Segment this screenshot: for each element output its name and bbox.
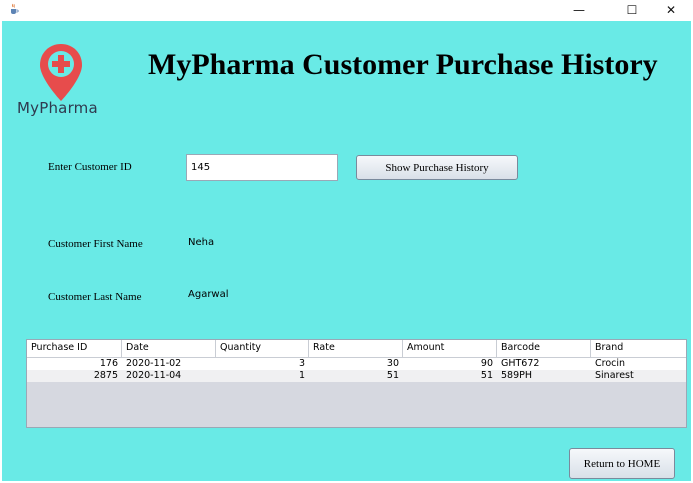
column-header-rate[interactable]: Rate [309, 340, 403, 357]
customer-id-label: Enter Customer ID [48, 161, 132, 173]
first-name-value: Neha [188, 237, 215, 248]
main-panel: MyPharma MyPharma Customer Purchase Hist… [2, 21, 691, 481]
cell-barcode: GHT672 [501, 358, 540, 369]
last-name-label: Customer Last Name [48, 291, 142, 303]
brand-logo-text: MyPharma [17, 99, 98, 117]
cell-date: 2020-11-04 [126, 370, 182, 381]
cell-brand: Sinarest [595, 370, 634, 381]
table-header: Purchase ID Date Quantity Rate Amount Ba… [27, 340, 686, 358]
cell-amount: 51 [480, 370, 493, 381]
column-header-brand[interactable]: Brand [591, 340, 686, 357]
column-header-date[interactable]: Date [122, 340, 216, 357]
cell-purchase-id: 2875 [93, 370, 118, 381]
cell-barcode: 589PH [501, 370, 533, 381]
cell-quantity: 3 [298, 358, 305, 369]
column-header-purchase-id[interactable]: Purchase ID [27, 340, 122, 357]
return-home-button[interactable]: Return to HOME [569, 448, 675, 479]
customer-id-input[interactable] [186, 154, 338, 181]
cell-purchase-id: 176 [99, 358, 118, 369]
cell-rate: 30 [386, 358, 399, 369]
cell-date: 2020-11-02 [126, 358, 182, 369]
cell-brand: Crocin [595, 358, 626, 369]
cell-quantity: 1 [298, 370, 305, 381]
purchase-history-table[interactable]: Purchase ID Date Quantity Rate Amount Ba… [26, 339, 687, 428]
table-body: 176 2020-11-02 3 30 90 GHT672 Crocin 287… [27, 358, 686, 382]
app-window: — ☐ ✕ MyPharma MyPharma Customer Purchas… [0, 0, 693, 483]
show-purchase-history-button[interactable]: Show Purchase History [356, 155, 518, 180]
column-header-barcode[interactable]: Barcode [497, 340, 591, 357]
last-name-value: Agarwal [188, 289, 229, 300]
cell-amount: 90 [480, 358, 493, 369]
close-button[interactable]: ✕ [648, 0, 693, 19]
title-bar[interactable]: — ☐ ✕ [0, 0, 693, 19]
java-cup-icon [11, 3, 19, 14]
table-row[interactable]: 176 2020-11-02 3 30 90 GHT672 Crocin [27, 358, 686, 370]
table-row[interactable]: 2875 2020-11-04 1 51 51 589PH Sinarest [27, 370, 686, 382]
cell-rate: 51 [386, 370, 399, 381]
page-title: MyPharma Customer Purchase History [148, 48, 658, 81]
column-header-amount[interactable]: Amount [403, 340, 497, 357]
first-name-label: Customer First Name [48, 238, 143, 250]
minimize-button[interactable]: — [556, 0, 602, 19]
column-header-quantity[interactable]: Quantity [216, 340, 309, 357]
